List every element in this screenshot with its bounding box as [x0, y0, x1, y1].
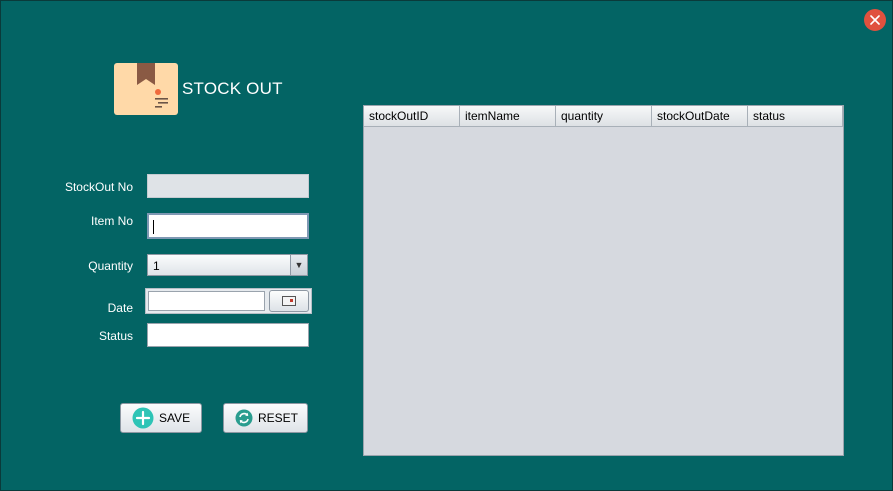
close-icon — [870, 15, 880, 25]
column-header-itemname[interactable]: itemName — [460, 106, 556, 127]
text-caret — [153, 220, 154, 234]
page-title: STOCK OUT — [182, 79, 283, 98]
stockout-no-field[interactable] — [147, 174, 309, 198]
reset-button-label: RESET — [258, 411, 299, 425]
date-label: Date — [107, 301, 133, 315]
date-picker — [145, 288, 312, 314]
table-header: stockOutID itemName quantity stockOutDat… — [364, 106, 843, 127]
item-no-field[interactable] — [147, 213, 309, 239]
column-header-quantity[interactable]: quantity — [556, 106, 652, 127]
chevron-down-icon[interactable]: ▼ — [290, 255, 307, 275]
column-header-stockoutid[interactable]: stockOutID — [364, 106, 460, 127]
refresh-icon — [235, 409, 253, 427]
quantity-select[interactable]: 1 ▼ — [147, 254, 308, 276]
stockout-no-label: StockOut No — [64, 180, 133, 194]
quantity-label: Quantity — [88, 259, 133, 273]
calendar-button[interactable] — [269, 290, 309, 312]
date-field[interactable] — [148, 291, 265, 311]
save-button-label: SAVE — [159, 411, 191, 425]
column-header-status[interactable]: status — [748, 106, 843, 127]
close-button[interactable] — [864, 9, 886, 31]
stock-out-table[interactable]: stockOutID itemName quantity stockOutDat… — [363, 105, 844, 456]
status-label: Status — [98, 329, 133, 343]
package-icon — [114, 63, 178, 115]
column-header-stockoutdate[interactable]: stockOutDate — [652, 106, 748, 127]
reset-button[interactable]: RESET — [223, 403, 308, 433]
plus-icon — [132, 407, 154, 429]
stock-out-window: STOCK OUT StockOut No Item No Quantity 1… — [0, 0, 893, 491]
item-no-label: Item No — [90, 214, 133, 228]
quantity-selected-value: 1 — [153, 259, 160, 273]
status-field[interactable] — [147, 323, 309, 347]
save-button[interactable]: SAVE — [120, 403, 202, 433]
calendar-icon — [282, 296, 296, 306]
